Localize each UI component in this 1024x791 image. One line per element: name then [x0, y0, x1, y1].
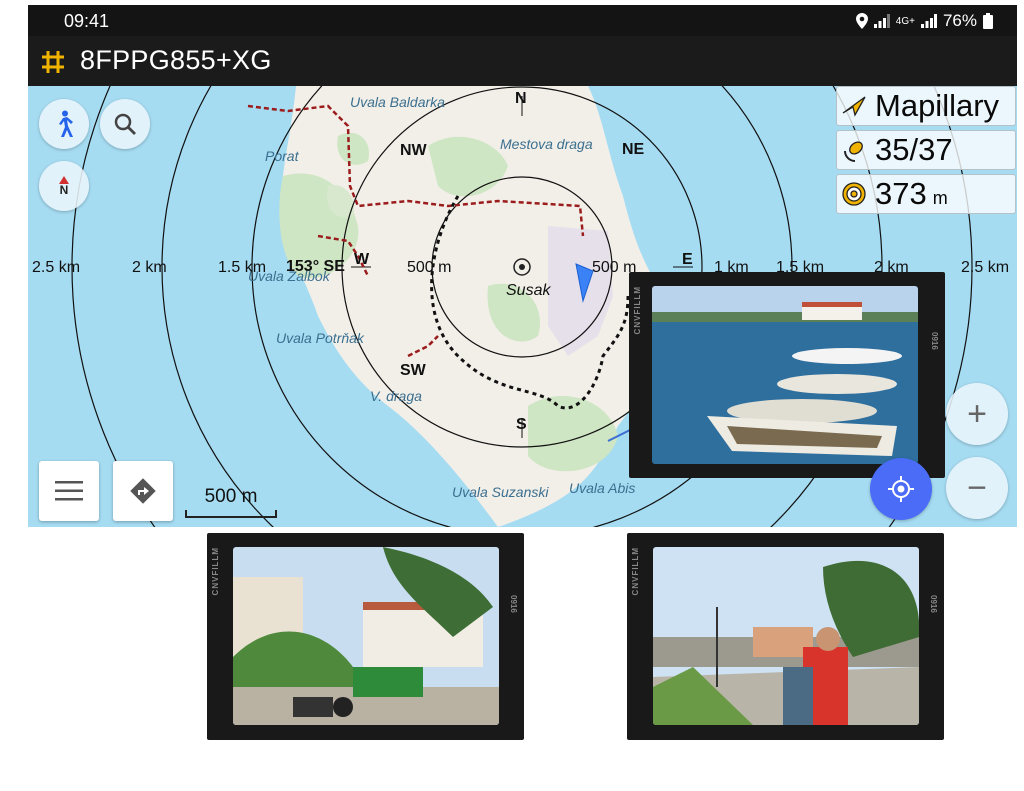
distance-label: 2.5 km	[32, 259, 81, 276]
title-bar: 8FPPG855+XG	[28, 36, 1017, 86]
photo-brand: CNVFILLM	[631, 547, 640, 596]
mapillary-arrow-icon	[842, 96, 866, 117]
photo-number: 0916	[930, 332, 939, 350]
compass-e: E	[682, 251, 693, 268]
source-box[interactable]: Mapillary	[836, 86, 1016, 126]
compass-ne: NE	[622, 141, 645, 158]
place-label: V. draga	[370, 388, 422, 404]
place-label: Porat	[265, 148, 299, 164]
location-pin-icon	[855, 13, 868, 29]
source-name: Mapillary	[875, 88, 1000, 123]
directions-button[interactable]	[113, 461, 173, 521]
status-icons: 4G+ 76%	[855, 11, 993, 31]
distance-label: 2.5 km	[961, 259, 1010, 276]
photo-brand: CNVFILLM	[211, 547, 220, 596]
compass-button-label: N	[59, 183, 69, 197]
zoom-in-label: +	[967, 394, 987, 433]
place-label: Uvala Baldarka	[350, 94, 445, 110]
battery-level: 76%	[942, 11, 977, 30]
compass-sw: SW	[400, 362, 426, 379]
satellite-count: 35/37	[875, 132, 953, 167]
harbor-photo	[652, 286, 918, 464]
mapillary-photo-preview[interactable]: CNVFILLM 0916	[629, 272, 945, 478]
place-label: Uvala Abis	[569, 480, 636, 496]
compass-n: N	[515, 90, 527, 107]
search-button[interactable]	[100, 99, 150, 149]
promenade-photo	[653, 547, 919, 725]
accuracy-unit: m	[932, 187, 948, 208]
accuracy-box[interactable]: 373 m	[836, 174, 1016, 214]
distance-label: 2 km	[132, 259, 167, 276]
place-label: Susak	[506, 282, 551, 299]
locate-icon	[888, 476, 914, 502]
place-label: Mestova draga	[500, 136, 593, 152]
map-view[interactable]: 2.5 km 2 km 1.5 km 500 m 500 m 1 km 1.5 …	[28, 86, 1017, 527]
street-photo	[233, 547, 499, 725]
compass-nw: NW	[400, 142, 427, 159]
battery-icon	[983, 13, 993, 29]
walk-icon	[59, 110, 73, 137]
map-scale: 500 m	[185, 486, 277, 518]
phone-screen: 09:41 4G+ 76% 8FPPG855+XG 2.5 km 2 km 1.…	[28, 5, 1017, 527]
signal-icon-2	[920, 14, 937, 28]
grid-icon	[40, 49, 66, 75]
zoom-out-button[interactable]: −	[946, 457, 1008, 519]
plus-code-title: 8FPPG855+XG	[80, 45, 272, 75]
satellite-icon	[844, 141, 863, 162]
accuracy-value: 373	[875, 176, 927, 211]
directions-icon	[130, 478, 156, 504]
satellites-box[interactable]: 35/37	[836, 130, 1016, 170]
place-label: Uvala Suzanski	[452, 484, 549, 500]
target-icon	[842, 182, 866, 206]
photo-number: 0916	[509, 595, 518, 613]
zoom-in-button[interactable]: +	[946, 383, 1008, 445]
place-label: Uvala Potrňak	[276, 330, 364, 346]
scale-label: 500 m	[204, 486, 258, 507]
network-type: 4G+	[895, 15, 915, 27]
zoom-out-label: −	[967, 468, 987, 507]
scale-bar	[185, 510, 277, 518]
mapillary-photo-3[interactable]: CNVFILLM 0916	[627, 533, 944, 740]
place-label: Uvala Zalbok	[248, 268, 330, 284]
status-time: 09:41	[64, 11, 110, 31]
menu-button[interactable]	[39, 461, 99, 521]
compass-w: W	[354, 251, 370, 268]
distance-label: 500 m	[407, 259, 452, 276]
compass-s: S	[516, 416, 527, 433]
menu-icon	[55, 481, 83, 501]
search-icon	[114, 113, 136, 135]
walk-mode-button[interactable]	[39, 99, 89, 149]
signal-icon	[873, 14, 890, 28]
locate-me-button[interactable]	[870, 458, 932, 520]
status-bar: 09:41 4G+ 76%	[28, 5, 1017, 36]
compass-button[interactable]: N	[39, 161, 89, 211]
mapillary-photo-2[interactable]: CNVFILLM 0916	[207, 533, 524, 740]
photo-number: 0916	[929, 595, 938, 613]
photo-brand: CNVFILLM	[633, 286, 642, 335]
